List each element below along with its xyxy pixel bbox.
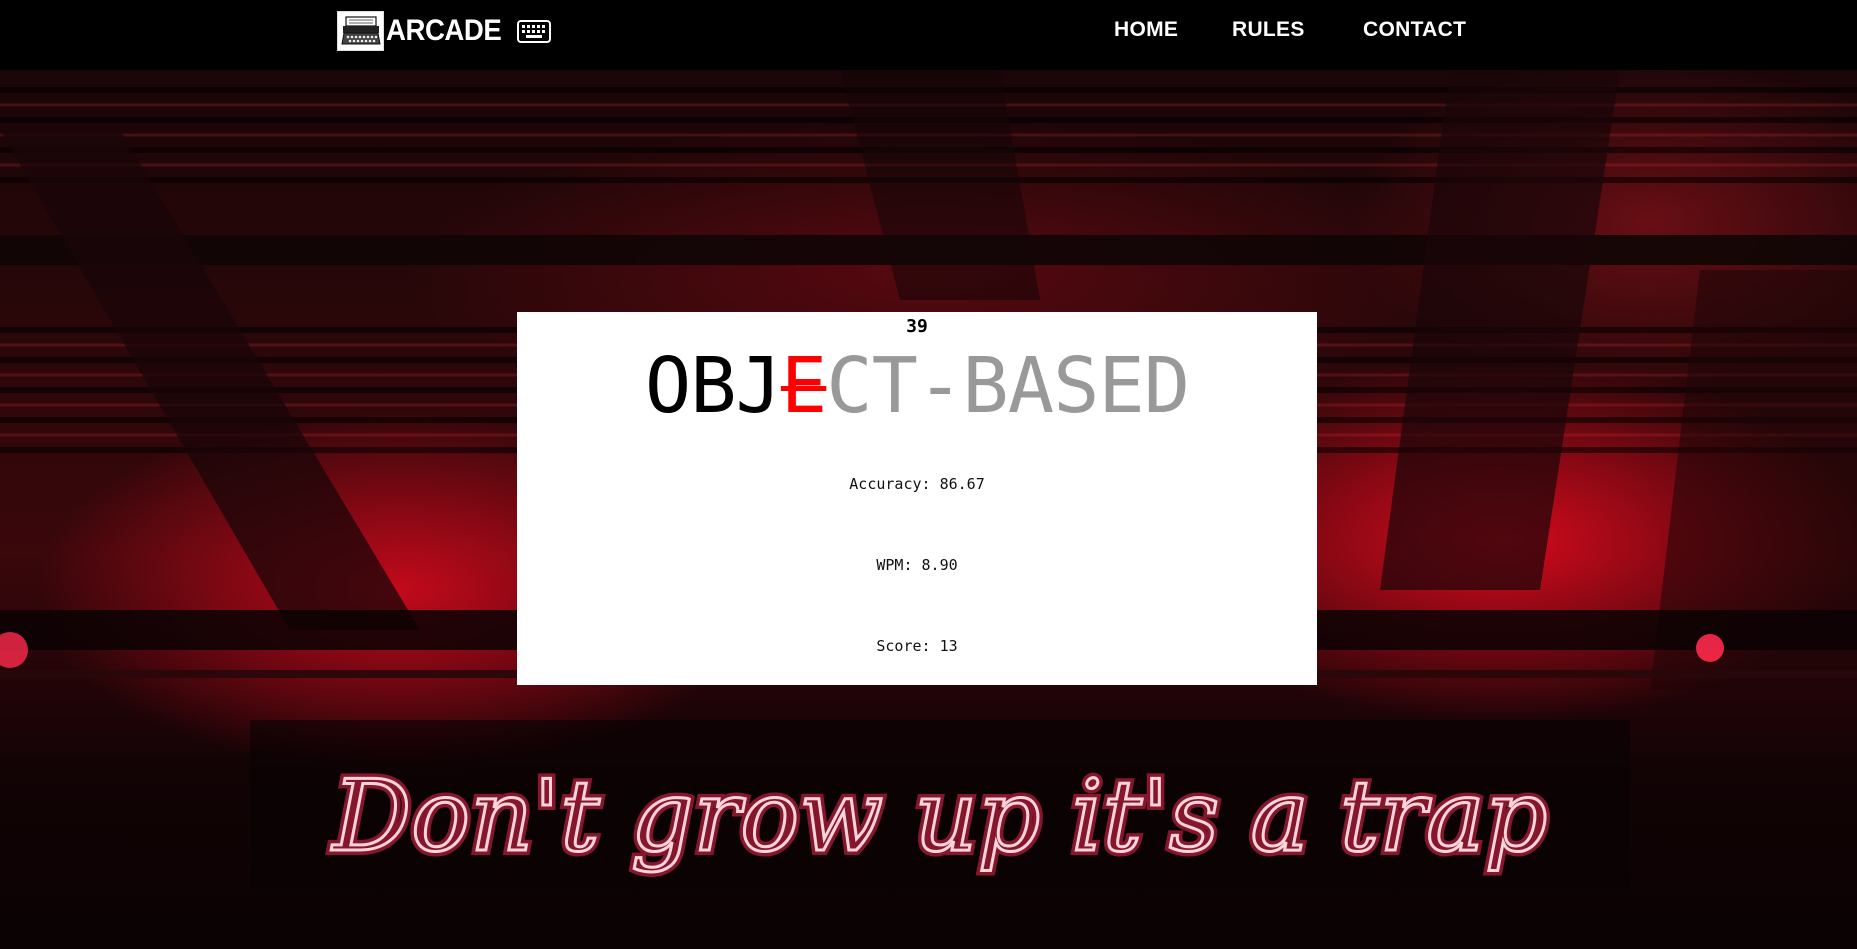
accuracy-stat: Accuracy: 86.67: [849, 475, 985, 493]
wrong-letter: E: [780, 342, 827, 431]
keyboard-icon: [517, 19, 552, 43]
neon-sign: Don't grow up it's a trap: [331, 760, 1548, 874]
pending-letters: CT-BASED: [826, 342, 1190, 431]
typewriter-logo-icon: [337, 11, 384, 51]
wpm-stat: WPM: 8.90: [876, 556, 958, 574]
nav-contact-link[interactable]: CONTACT: [1363, 18, 1466, 42]
target-word: OBJECT-BASED: [517, 348, 1317, 425]
nav-home-link[interactable]: HOME: [1114, 18, 1178, 42]
typing-game-card: 39 OBJECT-BASED Accuracy: 86.67 WPM: 8.9…: [517, 312, 1317, 685]
navbar: ARCADE HOME RULES CONTACT: [0, 0, 1857, 70]
score-stat: Score: 13: [876, 637, 958, 655]
nav-rules-link[interactable]: RULES: [1232, 18, 1305, 42]
brand[interactable]: ARCADE: [337, 10, 552, 52]
typed-letters: OBJ: [644, 342, 782, 431]
countdown-timer: 39: [906, 316, 928, 337]
brand-name: ARCADE: [386, 14, 502, 47]
